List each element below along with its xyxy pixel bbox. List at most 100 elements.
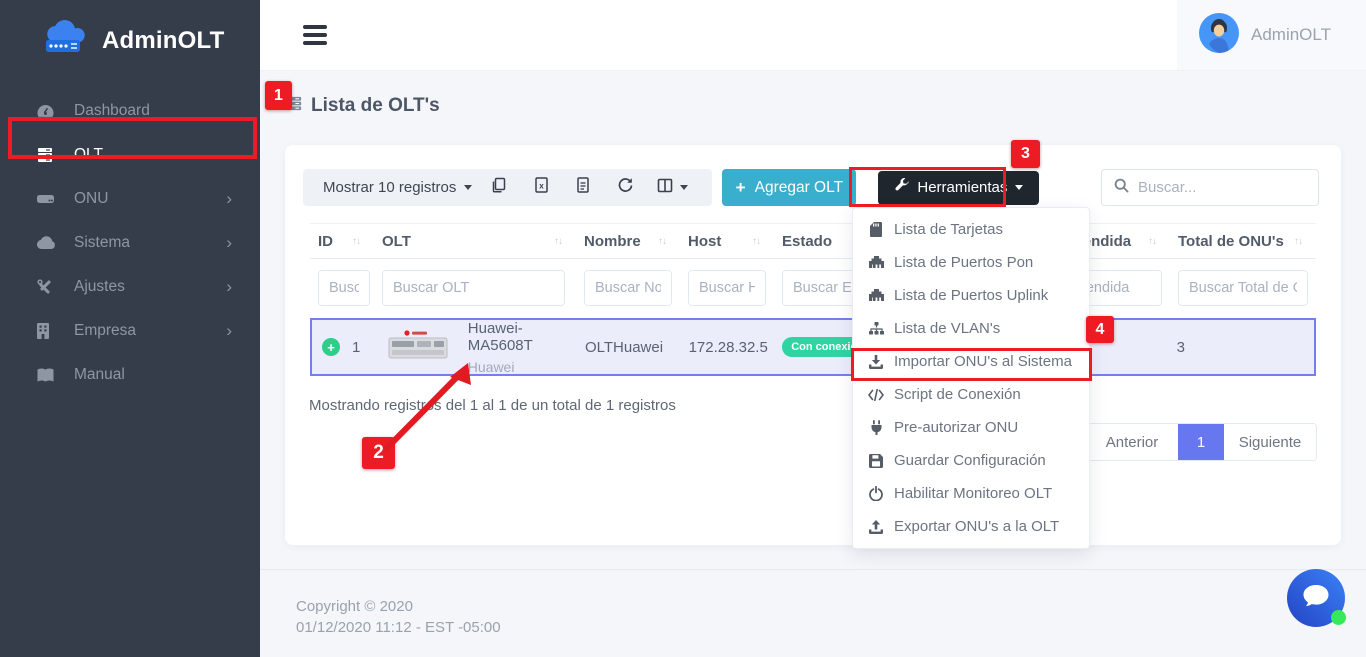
olt-table: ID↑↓ OLT↑↓ Nombre↑↓ Host↑↓ Estado↑↓ Tiem…	[310, 223, 1316, 376]
datatable-button-group: Mostrar 10 registros x	[303, 169, 712, 206]
pagination-next-button[interactable]: Siguiente	[1224, 424, 1316, 460]
filter-host-input[interactable]	[688, 270, 766, 306]
sidebar-item-label: Manual	[74, 366, 125, 384]
sidebar-item-label: Sistema	[74, 234, 130, 252]
menu-item-puertos-uplink[interactable]: Lista de Puertos Uplink	[853, 279, 1089, 312]
user-menu[interactable]: AdminOLT	[1177, 0, 1366, 70]
sitemap-icon	[867, 322, 885, 335]
svg-text:x: x	[539, 182, 544, 191]
show-entries-label: Mostrar 10 registros	[323, 179, 456, 196]
table-header-row: ID↑↓ OLT↑↓ Nombre↑↓ Host↑↓ Estado↑↓ Tiem…	[310, 223, 1316, 259]
column-header-id[interactable]: ID↑↓	[310, 233, 374, 250]
pagination: Anterior 1 Siguiente	[1085, 423, 1317, 461]
menu-item-script-conexion[interactable]: Script de Conexión	[853, 378, 1089, 411]
excel-icon: x	[534, 177, 549, 198]
file-icon	[576, 177, 590, 198]
search-icon	[1114, 178, 1129, 198]
user-name: AdminOLT	[1251, 25, 1331, 45]
chevron-right-icon: ›	[226, 189, 232, 209]
menu-item-habilitar-monitoreo[interactable]: Habilitar Monitoreo OLT	[853, 477, 1089, 510]
menu-item-pre-autorizar[interactable]: Pre-autorizar ONU	[853, 411, 1089, 444]
device-icon	[36, 190, 58, 208]
column-header-olt[interactable]: OLT↑↓	[374, 233, 576, 250]
sort-icon: ↑↓	[1294, 236, 1302, 247]
power-icon	[867, 486, 885, 501]
annotation-arrow	[355, 355, 485, 460]
search-input[interactable]	[1138, 179, 1306, 196]
annotation-badge-step4: 4	[1086, 316, 1114, 343]
sidebar-item-onu[interactable]: ONU ›	[0, 177, 260, 221]
column-header-host[interactable]: Host↑↓	[680, 233, 774, 250]
online-status-dot	[1331, 610, 1346, 625]
ethernet-icon	[867, 256, 885, 269]
sidebar-item-empresa[interactable]: Empresa ›	[0, 309, 260, 353]
filter-id-input[interactable]	[318, 270, 370, 306]
sort-icon: ↑↓	[352, 236, 360, 247]
main-area: AdminOLT Lista de OLT's Mostrar 10 regis…	[260, 0, 1366, 657]
columns-icon	[657, 178, 673, 198]
column-header-total-onus[interactable]: Total de ONU's↑↓	[1170, 233, 1316, 250]
annotation-box-importar	[851, 348, 1092, 381]
column-header-nombre[interactable]: Nombre↑↓	[576, 233, 680, 250]
sidebar-item-label: ONU	[74, 190, 108, 208]
hamburger-menu-icon[interactable]	[303, 25, 327, 49]
chat-widget-button[interactable]	[1287, 569, 1345, 627]
sidebar-item-ajustes[interactable]: Ajustes ›	[0, 265, 260, 309]
table-filter-row	[310, 259, 1316, 318]
olt-list-card: Mostrar 10 registros x	[285, 145, 1341, 545]
row-nombre: OLTHuawei	[577, 339, 681, 356]
show-entries-select[interactable]: Mostrar 10 registros	[317, 179, 478, 196]
filter-olt-input[interactable]	[382, 270, 565, 306]
caret-down-icon	[464, 185, 472, 190]
sidebar-item-manual[interactable]: Manual	[0, 353, 260, 397]
menu-item-lista-vlans[interactable]: Lista de VLAN's	[853, 312, 1089, 345]
copy-icon	[491, 177, 507, 198]
plug-icon	[867, 420, 885, 435]
chevron-right-icon: ›	[226, 277, 232, 297]
sidebar-item-sistema[interactable]: Sistema ›	[0, 221, 260, 265]
adminolt-app: AdminOLT Dashboard OLT ONU ›	[0, 0, 1366, 657]
add-olt-label: Agregar OLT	[755, 179, 843, 197]
sort-icon: ↑↓	[1148, 236, 1156, 247]
brand-logo-icon	[40, 20, 92, 61]
sort-icon: ↑↓	[658, 236, 666, 247]
footer: Copyright © 2020 01/12/2020 11:12 - EST …	[260, 569, 1366, 638]
menu-item-lista-tarjetas[interactable]: Lista de Tarjetas	[853, 213, 1089, 246]
row-id: 1	[352, 339, 360, 356]
cloud-icon	[36, 234, 58, 252]
sort-icon: ↑↓	[554, 236, 562, 247]
expand-row-icon[interactable]: +	[322, 338, 340, 356]
refresh-button[interactable]	[604, 169, 646, 206]
menu-item-guardar-configuracion[interactable]: Guardar Configuración	[853, 444, 1089, 477]
add-olt-button[interactable]: + Agregar OLT	[722, 169, 856, 206]
olt-model: Huawei-MA5608T	[468, 320, 577, 354]
sd-card-icon	[867, 222, 885, 237]
row-total-onus: 3	[1169, 339, 1314, 356]
brand[interactable]: AdminOLT	[0, 0, 260, 79]
copyright-text: Copyright © 2020	[296, 596, 1366, 617]
column-visibility-button[interactable]	[646, 169, 698, 206]
chevron-right-icon: ›	[226, 233, 232, 253]
caret-down-icon	[680, 185, 688, 190]
save-icon	[867, 454, 885, 468]
datetime-text: 01/12/2020 11:12 - EST -05:00	[296, 617, 1366, 638]
row-host: 172.28.32.5	[681, 339, 775, 356]
topbar: AdminOLT	[260, 0, 1366, 71]
copy-button[interactable]	[478, 169, 520, 206]
table-search	[1101, 169, 1319, 206]
plus-icon: +	[736, 178, 746, 198]
book-icon	[36, 366, 58, 384]
page-title: Lista de OLT's	[311, 95, 440, 117]
filter-total-input[interactable]	[1178, 270, 1308, 306]
filter-nombre-input[interactable]	[584, 270, 672, 306]
sidebar-item-label: Empresa	[74, 322, 136, 340]
file-export-button[interactable]	[562, 169, 604, 206]
pagination-prev-button[interactable]: Anterior	[1086, 424, 1178, 460]
caret-down-icon	[1015, 185, 1023, 190]
chat-bubble-icon	[1301, 583, 1331, 614]
building-icon	[36, 322, 58, 340]
menu-item-exportar-onus[interactable]: Exportar ONU's a la OLT	[853, 510, 1089, 543]
menu-item-puertos-pon[interactable]: Lista de Puertos Pon	[853, 246, 1089, 279]
excel-export-button[interactable]: x	[520, 169, 562, 206]
pagination-current-page[interactable]: 1	[1178, 424, 1224, 460]
